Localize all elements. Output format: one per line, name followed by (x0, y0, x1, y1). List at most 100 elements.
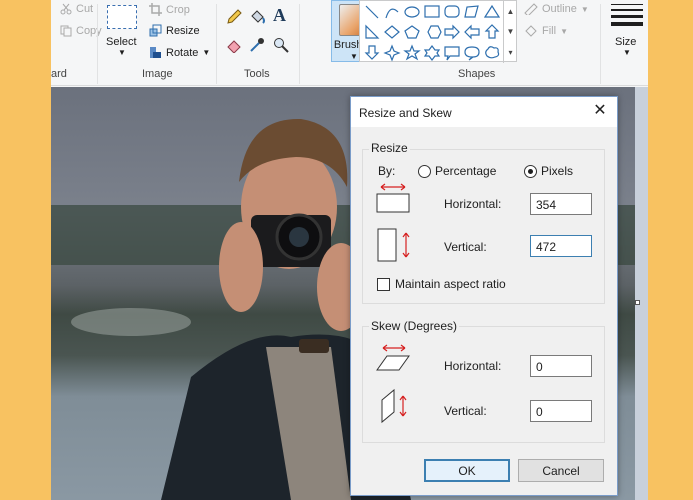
resize-skew-dialog: Resize and Skew ✕ Resize By: Percentage … (350, 96, 618, 496)
pencil-icon[interactable] (226, 9, 242, 25)
callout-oval-shape-icon (464, 46, 480, 61)
by-label: By: (378, 164, 396, 178)
diamond-shape-icon (384, 25, 400, 39)
scroll-down-icon[interactable]: ▼ (507, 27, 515, 36)
resize-button[interactable]: Resize (149, 24, 200, 37)
resize-label: Resize (166, 24, 200, 37)
five-point-star-shape-icon (403, 44, 421, 61)
right-triangle-shape-icon (365, 24, 380, 39)
image-group-label: Image (142, 68, 173, 80)
color-picker-icon[interactable] (249, 37, 265, 53)
resize-horizontal-input[interactable]: 354 (530, 193, 592, 215)
shapes-scrollbar[interactable]: ▲ ▼ ▾ (503, 1, 517, 63)
line-shape-icon (365, 5, 379, 19)
close-icon[interactable]: ✕ (591, 102, 609, 120)
oval-shape-icon (404, 6, 420, 18)
polygon-shape-icon (464, 5, 479, 18)
hexagon-shape-icon (427, 25, 442, 39)
cut-button[interactable]: Cut (60, 3, 93, 15)
down-arrow-shape-icon (364, 45, 380, 60)
skew-legend: Skew (Degrees) (369, 319, 460, 333)
resize-legend: Resize (369, 141, 410, 155)
skew-vertical-label: Vertical: (444, 404, 487, 418)
rotate-chevron-icon: ▼ (202, 48, 211, 57)
tools-group-label: Tools (244, 68, 270, 80)
shapes-gallery[interactable]: ▲ ▼ ▾ (359, 0, 517, 63)
skew-horizontal-input[interactable]: 0 (530, 355, 592, 377)
fill-chevron-icon: ▼ (560, 26, 568, 36)
pentagon-shape-icon (404, 25, 420, 39)
shapes-group-label: Shapes (458, 68, 496, 80)
left-arrow-shape-icon (464, 24, 480, 40)
pixels-label: Pixels (541, 164, 574, 178)
eraser-icon[interactable] (226, 37, 242, 53)
scroll-up-icon[interactable]: ▲ (507, 7, 515, 16)
pixels-radio[interactable]: Pixels (524, 164, 573, 178)
up-arrow-shape-icon (484, 24, 500, 39)
cancel-button[interactable]: Cancel (518, 459, 604, 482)
shapes-grid (364, 4, 501, 62)
rotate-button[interactable]: Rotate ▼ (149, 46, 210, 59)
triangle-shape-icon (483, 4, 501, 18)
percentage-radio[interactable]: Percentage (418, 164, 496, 178)
resize-icon (149, 24, 162, 37)
outline-chevron-icon: ▼ (580, 4, 589, 14)
rotate-label: Rotate (166, 46, 199, 59)
checkbox-icon (377, 277, 390, 291)
magnifier-icon[interactable] (273, 37, 289, 53)
text-tool-icon[interactable]: A (273, 5, 286, 26)
horizontal-skew-icon (376, 344, 410, 371)
dialog-title-bar[interactable]: Resize and Skew ✕ (351, 97, 617, 127)
resize-vertical-label: Vertical: (444, 240, 487, 254)
crop-icon (149, 3, 162, 16)
rectangle-shape-icon (424, 5, 440, 18)
fill-bucket-icon[interactable] (249, 9, 265, 25)
skew-horizontal-label: Horizontal: (444, 359, 502, 373)
clipboard-group-label: ard (51, 68, 67, 80)
separator (97, 4, 98, 84)
copy-button[interactable]: Copy (60, 25, 102, 37)
maintain-aspect-checkbox[interactable]: Maintain aspect ratio (377, 277, 506, 291)
canvas-resize-handle[interactable] (635, 300, 640, 305)
radio-icon (418, 164, 431, 178)
scissors-icon (60, 3, 72, 15)
ok-button[interactable]: OK (424, 459, 510, 482)
fill-icon (525, 25, 537, 37)
select-tool-icon[interactable] (107, 5, 137, 29)
crop-button[interactable]: Crop (149, 3, 190, 16)
resize-vertical-input[interactable]: 472 (530, 235, 592, 257)
maintain-aspect-label: Maintain aspect ratio (395, 277, 506, 291)
size-chevron-icon[interactable]: ▼ (623, 48, 631, 57)
radio-selected-icon (524, 164, 537, 178)
copy-icon (60, 25, 72, 37)
six-point-star-shape-icon (423, 45, 441, 61)
brushes-chevron-icon: ▼ (350, 52, 358, 61)
size-label[interactable]: Size (615, 36, 636, 48)
rotate-icon (150, 47, 161, 58)
rounded-rect-shape-icon (444, 5, 460, 18)
size-icon[interactable] (611, 4, 643, 30)
curve-shape-icon (385, 8, 399, 19)
separator (600, 4, 601, 84)
percentage-label: Percentage (435, 164, 497, 178)
outline-label: Outline (542, 3, 577, 15)
scroll-more-icon[interactable]: ▾ (508, 48, 512, 57)
horizontal-resize-icon (376, 183, 410, 213)
fill-label: Fill (542, 25, 557, 37)
resize-horizontal-label: Horizontal: (444, 197, 502, 211)
select-chevron-icon[interactable]: ▼ (118, 48, 126, 57)
select-label[interactable]: Select (106, 36, 137, 48)
outline-icon (524, 3, 538, 15)
separator (216, 4, 217, 84)
outline-button[interactable]: Outline ▼ (524, 3, 589, 15)
four-point-star-shape-icon (383, 44, 401, 62)
dialog-title: Resize and Skew (359, 106, 452, 120)
separator (299, 4, 300, 84)
callout-rect-shape-icon (444, 46, 460, 61)
right-arrow-shape-icon (444, 24, 460, 40)
vertical-resize-icon (377, 228, 410, 262)
callout-cloud-shape-icon (485, 46, 500, 59)
vertical-skew-icon (381, 388, 407, 424)
skew-vertical-input[interactable]: 0 (530, 400, 592, 422)
fill-button[interactable]: Fill ▼ (524, 25, 568, 37)
